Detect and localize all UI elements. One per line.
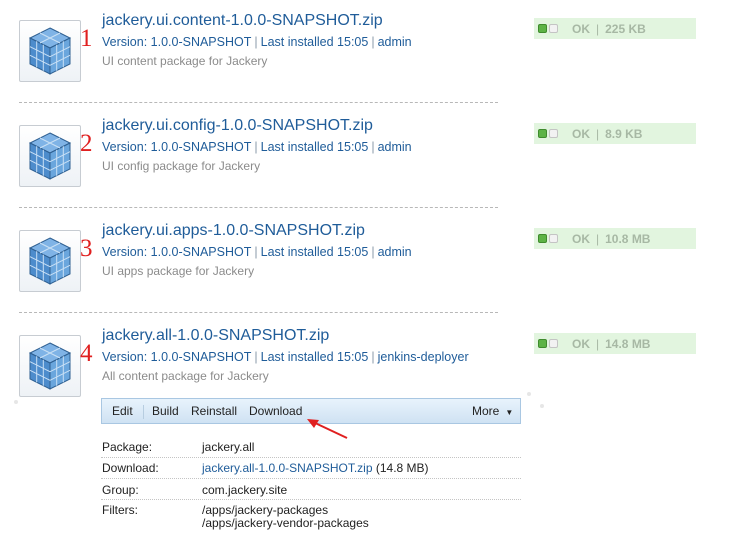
decorative-dot	[14, 400, 18, 404]
package-version: Version: 1.0.0-SNAPSHOT	[102, 140, 252, 154]
meta-separator: |	[254, 35, 258, 49]
meta-separator: |	[371, 35, 375, 49]
status-led-off-icon	[549, 129, 558, 138]
detail-label: Group:	[102, 483, 139, 497]
package-item[interactable]: 2 jackery.ui.config-1.0.0-SNAPSHOT.zip V…	[0, 105, 743, 209]
detail-label: Filters:	[102, 503, 138, 517]
status-text: OK | 225 KB	[572, 22, 646, 36]
divider	[19, 207, 498, 208]
status-led-icon	[538, 339, 547, 348]
annotation-number: 2	[80, 130, 93, 157]
divider	[19, 312, 498, 313]
annotation-number: 1	[80, 25, 93, 52]
detail-value: jackery.all	[202, 440, 255, 454]
status-badge: OK | 14.8 MB	[534, 333, 696, 354]
detail-row-filters: Filters: /apps/jackery-packages /apps/ja…	[101, 503, 521, 535]
package-description: All content package for Jackery	[102, 369, 269, 383]
package-user: admin	[377, 35, 412, 49]
package-cube-icon[interactable]	[19, 335, 81, 397]
package-title-link[interactable]: jackery.ui.apps-1.0.0-SNAPSHOT.zip	[102, 222, 365, 240]
detail-row-download: Download: jackery.all-1.0.0-SNAPSHOT.zip…	[101, 461, 521, 479]
status-badge: OK | 225 KB	[534, 18, 696, 39]
package-user: admin	[377, 140, 412, 154]
edit-button[interactable]: Edit	[112, 404, 133, 418]
filter-path: /apps/jackery-packages	[202, 503, 329, 517]
status-text: OK | 8.9 KB	[572, 127, 643, 141]
package-installed: Last installed 15:05	[260, 35, 369, 49]
detail-value: com.jackery.site	[202, 483, 288, 497]
package-installed: Last installed 15:05	[260, 140, 369, 154]
package-meta: Version: 1.0.0-SNAPSHOT | Last installed 1…	[102, 35, 412, 49]
status-led-icon	[538, 24, 547, 33]
download-button[interactable]: Download	[249, 404, 302, 418]
meta-separator: |	[254, 350, 258, 364]
meta-separator: |	[371, 140, 375, 154]
annotation-number: 3	[80, 235, 93, 262]
status-text: OK | 14.8 MB	[572, 337, 651, 351]
detail-value: jackery.all-1.0.0-SNAPSHOT.zip (14.8 MB)	[202, 461, 429, 475]
status-badge: OK | 8.9 KB	[534, 123, 696, 144]
meta-separator: |	[254, 140, 258, 154]
chevron-down-icon: ▼	[505, 408, 514, 417]
package-title-link[interactable]: jackery.ui.config-1.0.0-SNAPSHOT.zip	[102, 117, 373, 135]
package-cube-icon[interactable]	[19, 230, 81, 292]
status-led-icon	[538, 129, 547, 138]
package-meta: Version: 1.0.0-SNAPSHOT | Last installed 1…	[102, 245, 412, 259]
package-installed: Last installed 15:05	[260, 350, 369, 364]
package-item[interactable]: 1 jackery.ui.content-1.0.0-SNAPSHOT.zip …	[0, 0, 743, 104]
detail-label: Download:	[102, 461, 159, 475]
detail-label: Package:	[102, 440, 153, 454]
status-led-off-icon	[549, 339, 558, 348]
arrow-icon	[307, 419, 348, 439]
divider	[19, 102, 498, 103]
package-installed: Last installed 15:05	[260, 245, 369, 259]
package-cube-icon[interactable]	[19, 125, 81, 187]
meta-separator: |	[371, 350, 375, 364]
package-user: jenkins-deployer	[377, 350, 469, 364]
detail-divider	[101, 457, 521, 458]
meta-separator: |	[254, 245, 258, 259]
package-version: Version: 1.0.0-SNAPSHOT	[102, 350, 252, 364]
build-button[interactable]: Build	[152, 404, 179, 418]
package-title-link[interactable]: jackery.all-1.0.0-SNAPSHOT.zip	[102, 327, 329, 345]
status-text: OK | 10.8 MB	[572, 232, 651, 246]
annotation-number: 4	[80, 340, 93, 367]
status-badge: OK | 10.8 MB	[534, 228, 696, 249]
detail-divider	[101, 478, 521, 479]
package-version: Version: 1.0.0-SNAPSHOT	[102, 35, 252, 49]
package-meta: Version: 1.0.0-SNAPSHOT | Last installed 1…	[102, 140, 412, 154]
package-description: UI config package for Jackery	[102, 159, 261, 173]
reinstall-button[interactable]: Reinstall	[191, 404, 237, 418]
package-version: Version: 1.0.0-SNAPSHOT	[102, 245, 252, 259]
status-led-off-icon	[549, 24, 558, 33]
status-led-off-icon	[549, 234, 558, 243]
package-description: UI apps package for Jackery	[102, 264, 255, 278]
package-cube-icon[interactable]	[19, 20, 81, 82]
package-user: admin	[377, 245, 412, 259]
detail-divider	[101, 499, 521, 500]
more-menu-button[interactable]: More ▼	[472, 404, 513, 418]
package-meta: Version: 1.0.0-SNAPSHOT | Last installed 1…	[102, 350, 469, 364]
download-file-link[interactable]: jackery.all-1.0.0-SNAPSHOT.zip	[202, 461, 373, 475]
package-title-link[interactable]: jackery.ui.content-1.0.0-SNAPSHOT.zip	[102, 12, 383, 30]
decorative-dot	[540, 404, 544, 408]
package-description: UI content package for Jackery	[102, 54, 268, 68]
toolbar-separator	[143, 405, 144, 419]
status-led-icon	[538, 234, 547, 243]
meta-separator: |	[371, 245, 375, 259]
decorative-dot	[527, 392, 531, 396]
detail-row-package: Package: jackery.all	[101, 440, 521, 458]
package-item[interactable]: 3 jackery.ui.apps-1.0.0-SNAPSHOT.zip Ver…	[0, 210, 743, 314]
download-size: (14.8 MB)	[375, 461, 429, 475]
filter-path: /apps/jackery-vendor-packages	[202, 516, 369, 530]
